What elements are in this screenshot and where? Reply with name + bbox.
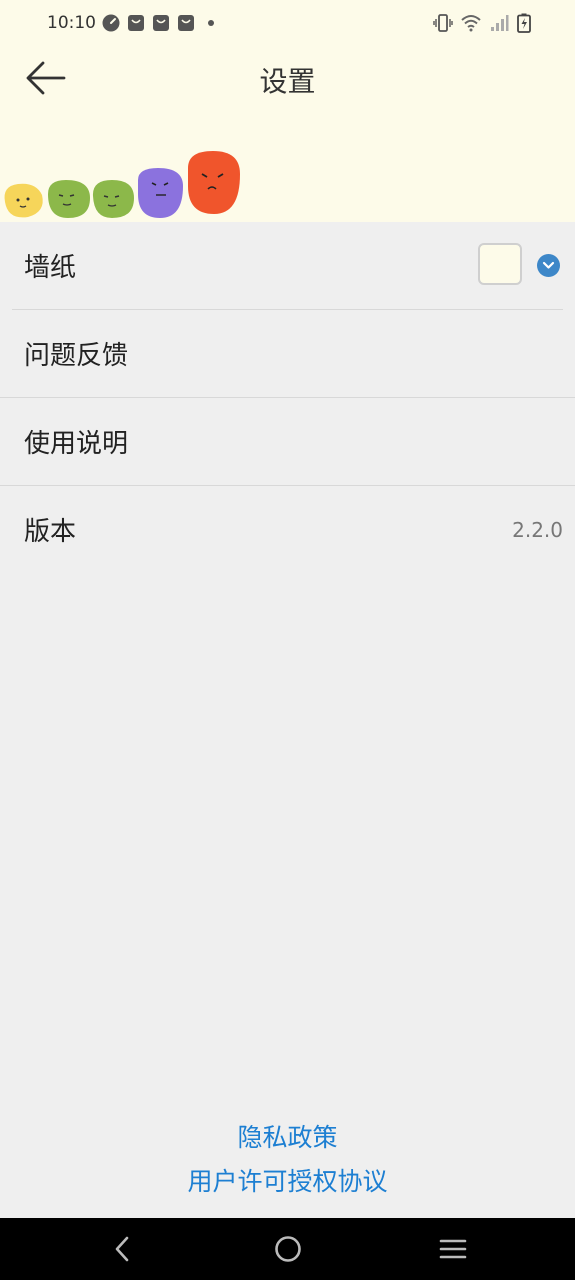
privacy-policy-container: 隐私政策 [0, 1118, 575, 1154]
signal-icon [491, 15, 509, 31]
nav-back-button[interactable] [97, 1232, 147, 1266]
version-label: 版本 [24, 517, 77, 547]
privacy-policy-link[interactable]: 隐私政策 [237, 1118, 337, 1154]
home-icon [275, 1236, 301, 1262]
feedback-row[interactable]: 问题反馈 [0, 310, 575, 397]
shopping-bag-icon [128, 15, 144, 31]
status-bar: 10:10 [0, 0, 575, 48]
chevron-down-icon [542, 261, 555, 269]
settings-list: 墙纸 问题反馈 使用说明 版本 2.2.0 [0, 222, 575, 573]
nav-menu-button[interactable] [428, 1232, 478, 1266]
user-license-container: 用户许可授权协议 [0, 1162, 575, 1198]
wallpaper-color-swatch[interactable] [478, 243, 522, 285]
version-row: 版本 2.2.0 [0, 486, 575, 573]
user-license-link[interactable]: 用户许可授权协议 [187, 1162, 387, 1198]
page-title: 设置 [259, 65, 316, 98]
instructions-row[interactable]: 使用说明 [0, 398, 575, 485]
instructions-label: 使用说明 [24, 429, 129, 459]
feedback-label: 问题反馈 [24, 341, 129, 371]
wallpaper-label: 墙纸 [24, 253, 77, 283]
wallpaper-row[interactable]: 墙纸 [0, 222, 575, 309]
mascot-green-2 [92, 180, 134, 218]
vibrate-icon [433, 14, 453, 32]
mascot-purple [138, 168, 183, 218]
mascot-red [188, 151, 240, 214]
status-system-icons [433, 13, 531, 33]
menu-icon [439, 1239, 467, 1259]
dot-icon [208, 20, 214, 26]
nav-home-button[interactable] [263, 1232, 313, 1266]
wallpaper-dropdown-button[interactable] [537, 254, 560, 277]
wifi-icon [461, 15, 481, 32]
speedometer-icon [102, 14, 120, 32]
shopping-bag-icon [153, 15, 169, 31]
status-notification-icons [102, 14, 220, 32]
battery-charging-icon [517, 13, 531, 33]
mascot-yellow [4, 183, 43, 218]
mascot-illustration [4, 151, 240, 218]
mascot-green-1 [48, 180, 90, 218]
version-value: 2.2.0 [512, 518, 563, 542]
status-time: 10:10 [47, 13, 96, 33]
header: 设置 [0, 48, 575, 222]
shopping-bag-icon [178, 15, 194, 31]
back-icon [115, 1236, 129, 1262]
navigation-bar [0, 1218, 575, 1280]
